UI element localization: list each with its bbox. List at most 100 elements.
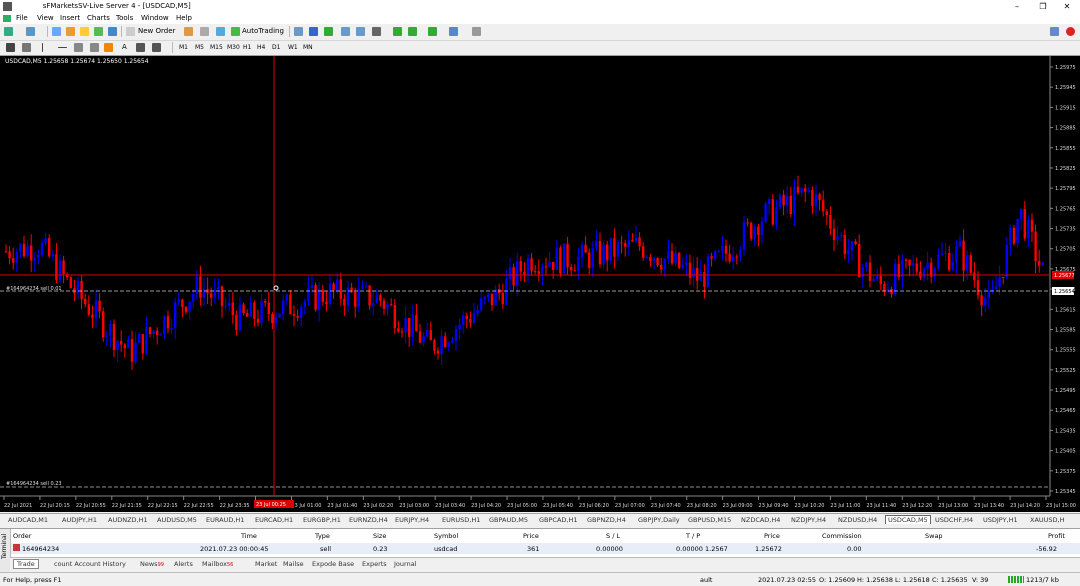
chart-tab[interactable]: USDJPY,H1 bbox=[983, 516, 1018, 524]
terminal-icon[interactable] bbox=[94, 27, 103, 36]
menu-window[interactable]: Window bbox=[141, 14, 169, 22]
timeframe-d1[interactable]: D1 bbox=[272, 44, 280, 51]
market-watch-icon[interactable] bbox=[52, 27, 61, 36]
terminal-tab[interactable]: Trade bbox=[13, 559, 39, 569]
header-sl[interactable]: S / L bbox=[606, 532, 620, 540]
terminal-tab[interactable]: Mailse bbox=[283, 560, 304, 568]
autoscroll-icon[interactable] bbox=[408, 27, 417, 36]
metaeditor-icon[interactable] bbox=[184, 27, 193, 36]
timeframe-m1[interactable]: M1 bbox=[179, 44, 188, 51]
tile-windows-icon[interactable] bbox=[372, 27, 381, 36]
header-order[interactable]: Order bbox=[13, 532, 31, 540]
chart-tab[interactable]: NZDCAD,H4 bbox=[741, 516, 780, 524]
menu-charts[interactable]: Charts bbox=[87, 14, 110, 22]
header-swap[interactable]: Swap bbox=[925, 532, 943, 540]
navigator-icon[interactable] bbox=[80, 27, 89, 36]
chart-tab[interactable]: EURNZD,H4 bbox=[349, 516, 388, 524]
chart-shift-icon[interactable] bbox=[393, 27, 402, 36]
chart-tab[interactable]: EURJPY,H4 bbox=[395, 516, 429, 524]
channel-icon[interactable] bbox=[90, 43, 99, 52]
chart-tab[interactable]: EURCAD,H1 bbox=[255, 516, 293, 524]
chart-tab[interactable]: XAUUSD,H bbox=[1030, 516, 1065, 524]
terminal-tab[interactable]: Experts bbox=[362, 560, 387, 568]
cursor-icon[interactable] bbox=[6, 43, 15, 52]
menu-help[interactable]: Help bbox=[176, 14, 192, 22]
chart-tab[interactable]: GBPNZD,H4 bbox=[587, 516, 626, 524]
header-tp[interactable]: T / P bbox=[686, 532, 700, 540]
chart-tab[interactable]: EURGBP,H1 bbox=[303, 516, 341, 524]
minimize-button[interactable]: – bbox=[1004, 0, 1030, 13]
terminal-tab[interactable]: Mailbox56 bbox=[202, 560, 233, 568]
chart-tab[interactable]: GBPCAD,H1 bbox=[539, 516, 578, 524]
zoom-out-icon[interactable] bbox=[356, 27, 365, 36]
chart-tab[interactable]: USDCAD,M5 bbox=[885, 515, 931, 524]
chart-tab[interactable]: AUDUSD,M5 bbox=[157, 516, 197, 524]
chart-tab[interactable]: GBPUSD,M15 bbox=[688, 516, 731, 524]
autotrading-button[interactable]: AutoTrading bbox=[242, 27, 284, 35]
chart-tab[interactable]: AUDCAD,M1 bbox=[8, 516, 48, 524]
alert-icon[interactable] bbox=[1066, 27, 1075, 36]
header-price[interactable]: Price bbox=[523, 532, 539, 540]
data-window-icon[interactable] bbox=[66, 27, 75, 36]
chart-tab[interactable]: AUDJPY,H1 bbox=[62, 516, 97, 524]
candlesticks-icon[interactable] bbox=[309, 27, 318, 36]
terminal-tab[interactable]: Journal bbox=[394, 560, 416, 568]
arrows-icon[interactable] bbox=[152, 43, 161, 52]
tester-icon[interactable] bbox=[108, 27, 117, 36]
bar-chart-icon[interactable] bbox=[294, 27, 303, 36]
header-type[interactable]: Type bbox=[315, 532, 330, 540]
table-row[interactable] bbox=[11, 543, 1080, 554]
text-label-icon[interactable] bbox=[136, 43, 145, 52]
menu-insert[interactable]: Insert bbox=[60, 14, 80, 22]
chart-window-icon[interactable] bbox=[3, 15, 11, 22]
horizontal-line-icon[interactable] bbox=[58, 47, 67, 48]
periods-icon[interactable] bbox=[449, 27, 458, 36]
line-chart-icon[interactable] bbox=[324, 27, 333, 36]
chart-tab[interactable]: EURUSD,H1 bbox=[442, 516, 480, 524]
terminal-tab[interactable]: Market bbox=[255, 560, 277, 568]
new-order-button[interactable]: New Order bbox=[138, 27, 175, 35]
header-profit[interactable]: Profit bbox=[1048, 532, 1065, 540]
timeframe-w1[interactable]: W1 bbox=[288, 44, 298, 51]
terminal-tab[interactable]: News99 bbox=[140, 560, 164, 568]
menu-view[interactable]: View bbox=[37, 14, 54, 22]
chart-tab[interactable]: NZDJPY,H4 bbox=[791, 516, 826, 524]
timeframe-m15[interactable]: M15 bbox=[210, 44, 223, 51]
chart-tab[interactable]: EURAUD,H1 bbox=[206, 516, 244, 524]
search-icon[interactable] bbox=[1050, 27, 1059, 36]
timeframe-mn[interactable]: MN bbox=[303, 44, 313, 51]
header-symbol[interactable]: Symbol bbox=[434, 532, 458, 540]
new-order-icon[interactable] bbox=[126, 27, 135, 36]
vertical-line-icon[interactable] bbox=[42, 43, 43, 52]
indicators-icon[interactable] bbox=[428, 27, 437, 36]
candlestick-chart[interactable]: 1.25975 1.25945 1.25915 1.25885 1.25855 1.258… bbox=[0, 56, 1080, 512]
options-icon[interactable] bbox=[200, 27, 209, 36]
chart-tab[interactable]: GBPJPY,Daily bbox=[638, 516, 680, 524]
chart-tab[interactable]: AUDNZD,H1 bbox=[108, 516, 148, 524]
autotrading-icon[interactable] bbox=[231, 27, 240, 36]
templates-icon[interactable] bbox=[472, 27, 481, 36]
chart-tab[interactable]: GBPAUD,M5 bbox=[489, 516, 528, 524]
trendline-icon[interactable] bbox=[74, 43, 83, 52]
crosshair-icon[interactable] bbox=[22, 43, 31, 52]
fibonacci-icon[interactable] bbox=[104, 43, 113, 52]
timeframe-h1[interactable]: H1 bbox=[243, 44, 251, 51]
zoom-in-icon[interactable] bbox=[341, 27, 350, 36]
terminal-tab[interactable]: Expode Base bbox=[312, 560, 354, 568]
timeframe-m30[interactable]: M30 bbox=[227, 44, 240, 51]
timeframe-m5[interactable]: M5 bbox=[195, 44, 204, 51]
menu-file[interactable]: File bbox=[16, 14, 28, 22]
new-chart-icon[interactable] bbox=[4, 27, 13, 36]
signals-icon[interactable] bbox=[216, 27, 225, 36]
timeframe-h4[interactable]: H4 bbox=[257, 44, 265, 51]
header-time[interactable]: Time bbox=[241, 532, 257, 540]
chart-tab[interactable]: USDCHF,H4 bbox=[935, 516, 973, 524]
header-commission[interactable]: Commission bbox=[822, 532, 862, 540]
text-tool-button[interactable]: A bbox=[122, 43, 127, 51]
header-size[interactable]: Size bbox=[373, 532, 386, 540]
profiles-icon[interactable] bbox=[26, 27, 35, 36]
header-current-price[interactable]: Price bbox=[764, 532, 780, 540]
maximize-button[interactable]: ❐ bbox=[1030, 0, 1056, 13]
close-button[interactable]: ✕ bbox=[1054, 0, 1080, 13]
price-chart[interactable]: 1.25975 1.25945 1.25915 1.25885 1.25855 1.258… bbox=[0, 56, 1080, 512]
